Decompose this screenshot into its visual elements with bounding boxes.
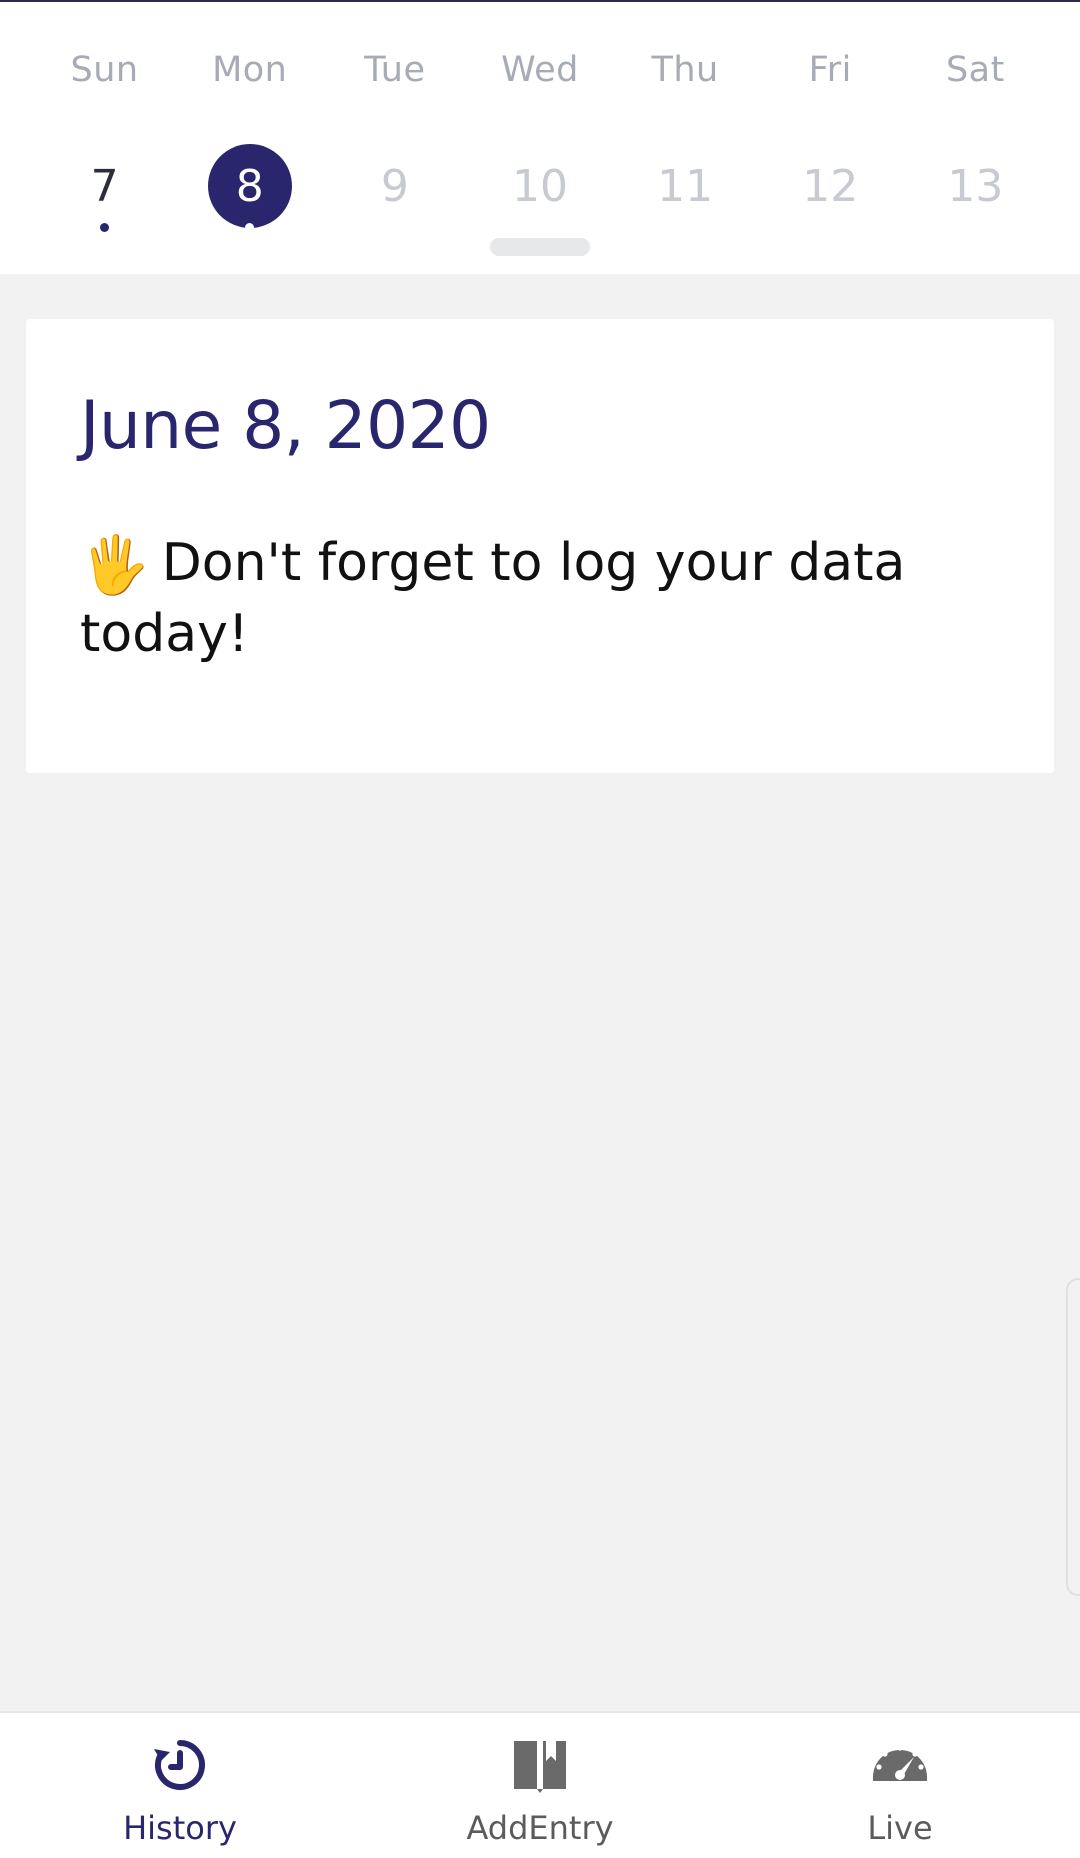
weekday-fri: Fri <box>808 50 852 90</box>
date-number: 9 <box>380 160 409 212</box>
nav-live[interactable]: Live <box>720 1713 1080 1858</box>
date-cell-12[interactable]: 12 <box>758 144 903 228</box>
date-number: 13 <box>947 160 1004 212</box>
entry-indicator-dot <box>245 223 255 232</box>
date-number: 10 <box>511 160 568 212</box>
day-summary-card: June 8, 2020 🖐 Don't forget to log your d… <box>26 319 1054 773</box>
entry-indicator-dot <box>100 223 110 232</box>
weekday-row: Sun Mon Tue Wed Thu Fri Sat <box>32 46 1048 94</box>
weekday-mon: Mon <box>212 50 288 90</box>
date-cell-13[interactable]: 13 <box>903 144 1048 228</box>
weekday-wed: Wed <box>501 50 579 90</box>
book-icon <box>514 1741 566 1793</box>
weekday-tue: Tue <box>364 50 426 90</box>
date-cell-7[interactable]: 7 <box>32 144 177 232</box>
app-root: Sun Mon Tue Wed Thu Fri Sat 7 8 9 10 11 … <box>0 0 1080 1858</box>
date-cell-10[interactable]: 10 <box>467 144 612 228</box>
nav-history[interactable]: History <box>0 1713 360 1858</box>
date-cell-9[interactable]: 9 <box>322 144 467 228</box>
date-number: 12 <box>802 160 859 212</box>
date-number: 11 <box>657 160 714 212</box>
nav-live-label: Live <box>867 1809 933 1847</box>
history-icon <box>154 1740 205 1790</box>
edge-scroll-handle[interactable] <box>1066 1278 1080 1596</box>
raised-hand-icon: 🖐 <box>80 533 150 598</box>
date-number: 7 <box>90 160 119 212</box>
weekday-sat: Sat <box>945 50 1005 90</box>
date-number: 8 <box>235 160 264 212</box>
nav-history-label: History <box>123 1809 237 1847</box>
weekday-thu: Thu <box>651 50 719 90</box>
bottom-navigation: History AddEntry Live <box>0 1711 1080 1858</box>
weekday-sun: Sun <box>70 50 139 90</box>
reminder-message: 🖐 Don't forget to log your data today! <box>80 529 1010 668</box>
nav-addentry[interactable]: AddEntry <box>360 1713 720 1858</box>
calendar-drag-handle[interactable] <box>490 238 590 256</box>
date-cell-8-selected[interactable]: 8 <box>177 144 322 232</box>
nav-addentry-label: AddEntry <box>466 1809 614 1847</box>
date-cell-11[interactable]: 11 <box>613 144 758 228</box>
speedometer-icon <box>873 1745 927 1781</box>
date-row: 7 8 9 10 11 12 13 <box>32 144 1048 232</box>
reminder-text: Don't forget to log your data today! <box>80 533 906 664</box>
week-calendar: Sun Mon Tue Wed Thu Fri Sat 7 8 9 10 11 … <box>0 2 1080 274</box>
card-date-title: June 8, 2020 <box>80 387 491 464</box>
